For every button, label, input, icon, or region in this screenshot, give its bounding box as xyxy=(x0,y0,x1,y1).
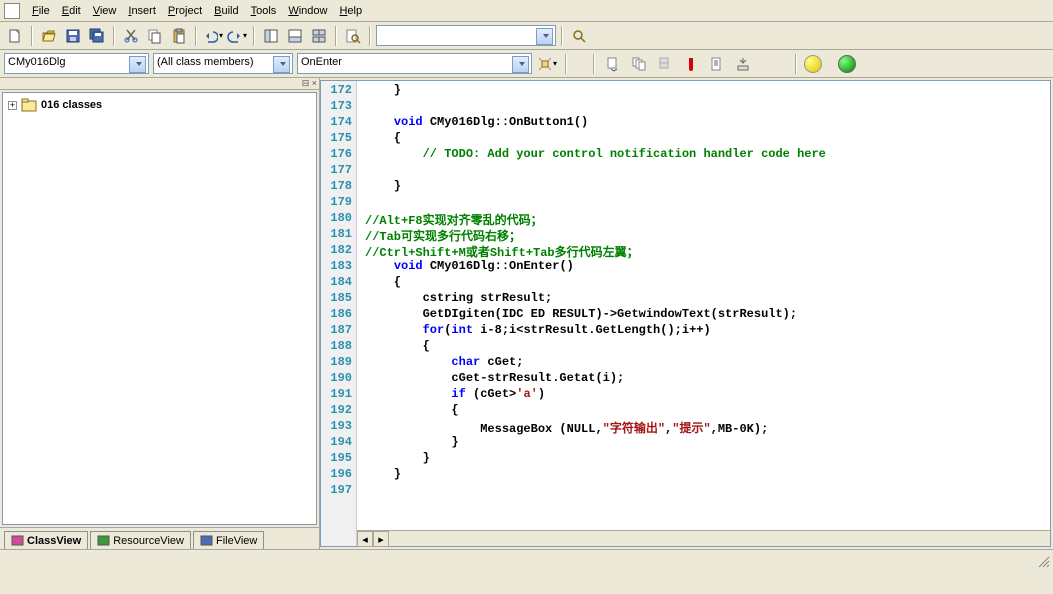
code-line[interactable]: { xyxy=(365,275,1042,291)
stop-build-button[interactable] xyxy=(654,53,676,75)
workspace-panel: ⊟ × + 016 classes ClassViewResourceViewF… xyxy=(0,78,320,549)
copy-button[interactable] xyxy=(144,25,166,47)
standard-toolbar: ▾ ▾ xyxy=(0,22,1053,50)
scroll-left-button[interactable]: ◂ xyxy=(357,531,373,547)
code-line[interactable]: //Tab可实现多行代码右移； xyxy=(365,227,1042,243)
code-line[interactable]: } xyxy=(365,467,1042,483)
code-area[interactable]: } void CMy016Dlg::OnButton1() { // TODO:… xyxy=(357,81,1050,546)
code-editor[interactable]: 1721731741751761771781791801811821831841… xyxy=(320,80,1051,547)
line-gutter: 1721731741751761771781791801811821831841… xyxy=(321,81,357,546)
code-line[interactable]: //Ctrl+Shift+M或者Shift+Tab多行代码左翼； xyxy=(365,243,1042,259)
go-button[interactable] xyxy=(706,53,728,75)
save-all-button[interactable] xyxy=(86,25,108,47)
code-line[interactable]: MessageBox (NULL,"字符输出","提示",MB-0K); xyxy=(365,419,1042,435)
open-button[interactable] xyxy=(38,25,60,47)
menu-insert[interactable]: Insert xyxy=(122,3,162,19)
build-button[interactable] xyxy=(602,53,624,75)
menu-bar: FileEditViewInsertProjectBuildToolsWindo… xyxy=(0,0,1053,22)
code-line[interactable]: //Alt+F8实现对齐零乱的代码； xyxy=(365,211,1042,227)
class-icon xyxy=(11,534,24,547)
menu-window[interactable]: Window xyxy=(282,3,333,19)
menu-tools[interactable]: Tools xyxy=(245,3,283,19)
find-combo[interactable] xyxy=(376,25,556,46)
tab-fileview[interactable]: FileView xyxy=(193,531,264,549)
workspace-tabs: ClassViewResourceViewFileView xyxy=(0,527,319,549)
code-line[interactable]: for(int i-8;i<strResult.GetLength();i++) xyxy=(365,323,1042,339)
code-line[interactable]: { xyxy=(365,403,1042,419)
code-line[interactable]: void CMy016Dlg::OnButton1() xyxy=(365,115,1042,131)
code-line[interactable]: char cGet; xyxy=(365,355,1042,371)
code-line[interactable]: if (cGet>'a') xyxy=(365,387,1042,403)
menu-view[interactable]: View xyxy=(87,3,123,19)
smiley-green-icon[interactable] xyxy=(838,55,856,73)
member-combo[interactable]: OnEnter xyxy=(297,53,532,74)
expand-icon[interactable]: + xyxy=(8,101,17,110)
code-line[interactable]: GetDIgiten(IDC ED RESULT)->GetwindowText… xyxy=(365,307,1042,323)
code-line[interactable]: void CMy016Dlg::OnEnter() xyxy=(365,259,1042,275)
code-line[interactable]: { xyxy=(365,339,1042,355)
panel-grip[interactable]: ⊟ × xyxy=(0,78,319,90)
output-button[interactable] xyxy=(284,25,306,47)
resource-icon xyxy=(97,534,110,547)
class-tree[interactable]: + 016 classes xyxy=(2,92,317,525)
code-line[interactable]: } xyxy=(365,179,1042,195)
workspace-button[interactable] xyxy=(260,25,282,47)
tab-classview[interactable]: ClassView xyxy=(4,531,88,549)
main-area: ⊟ × + 016 classes ClassViewResourceViewF… xyxy=(0,78,1053,549)
wizard-bar: CMy016Dlg (All class members) OnEnter ▾ xyxy=(0,50,1053,78)
smiley-yellow-icon[interactable] xyxy=(804,55,822,73)
code-line[interactable]: } xyxy=(365,435,1042,451)
resize-grip-icon[interactable] xyxy=(1033,551,1053,569)
app-icon xyxy=(4,3,20,19)
code-line[interactable] xyxy=(365,195,1042,211)
tree-root-label: 016 classes xyxy=(41,99,102,111)
build-all-button[interactable] xyxy=(628,53,650,75)
paste-button[interactable] xyxy=(168,25,190,47)
filter-combo[interactable]: (All class members) xyxy=(153,53,293,74)
execute-button[interactable] xyxy=(680,53,702,75)
code-line[interactable]: // TODO: Add your control notification h… xyxy=(365,147,1042,163)
code-line[interactable] xyxy=(365,483,1042,499)
tree-root[interactable]: + 016 classes xyxy=(7,97,312,113)
horizontal-scrollbar[interactable]: ◂ ▸ xyxy=(357,530,1050,546)
code-line[interactable]: } xyxy=(365,451,1042,467)
menu-help[interactable]: Help xyxy=(333,3,368,19)
menu-file[interactable]: File xyxy=(26,3,56,19)
wizard-action-button[interactable]: ▾ xyxy=(536,53,558,75)
code-line[interactable]: { xyxy=(365,131,1042,147)
code-line[interactable]: } xyxy=(365,83,1042,99)
class-combo[interactable]: CMy016Dlg xyxy=(4,53,149,74)
breakpoint-button[interactable] xyxy=(732,53,754,75)
find-button[interactable] xyxy=(568,25,590,47)
save-button[interactable] xyxy=(62,25,84,47)
menu-build[interactable]: Build xyxy=(208,3,244,19)
cut-button[interactable] xyxy=(120,25,142,47)
code-line[interactable] xyxy=(365,163,1042,179)
find-in-files-button[interactable] xyxy=(342,25,364,47)
redo-button[interactable]: ▾ xyxy=(226,25,248,47)
code-line[interactable]: cstring strResult; xyxy=(365,291,1042,307)
tab-resourceview[interactable]: ResourceView xyxy=(90,531,191,549)
menu-edit[interactable]: Edit xyxy=(56,3,87,19)
window-list-button[interactable] xyxy=(308,25,330,47)
undo-button[interactable]: ▾ xyxy=(202,25,224,47)
classes-icon xyxy=(21,98,37,112)
new-text-file-button[interactable] xyxy=(4,25,26,47)
scroll-right-button[interactable]: ▸ xyxy=(373,531,389,547)
file-icon xyxy=(200,534,213,547)
code-line[interactable]: cGet-strResult.Getat(i); xyxy=(365,371,1042,387)
code-line[interactable] xyxy=(365,99,1042,115)
menu-project[interactable]: Project xyxy=(162,3,208,19)
status-bar xyxy=(0,549,1053,569)
